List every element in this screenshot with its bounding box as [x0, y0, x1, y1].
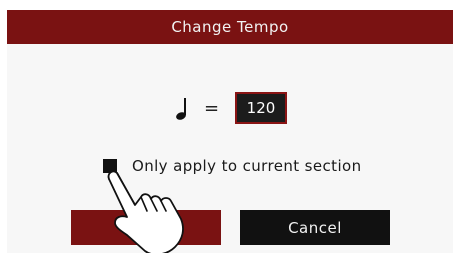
tapping-hand-icon: [105, 165, 184, 253]
cancel-button[interactable]: Cancel: [240, 210, 390, 245]
quarter-note-icon: [176, 98, 186, 120]
tempo-value-field[interactable]: 120: [235, 92, 287, 124]
cancel-button-label: Cancel: [288, 218, 342, 237]
equals-sign: =: [204, 98, 220, 119]
dialog-title: Change Tempo: [171, 18, 289, 36]
tempo-row: = 120: [7, 92, 453, 128]
dialog-title-bar: Change Tempo: [7, 10, 453, 44]
change-tempo-dialog: Change Tempo = 120 Only apply to current…: [7, 10, 453, 253]
apply-section-option[interactable]: Only apply to current section: [7, 156, 453, 178]
tempo-value: 120: [246, 99, 276, 117]
